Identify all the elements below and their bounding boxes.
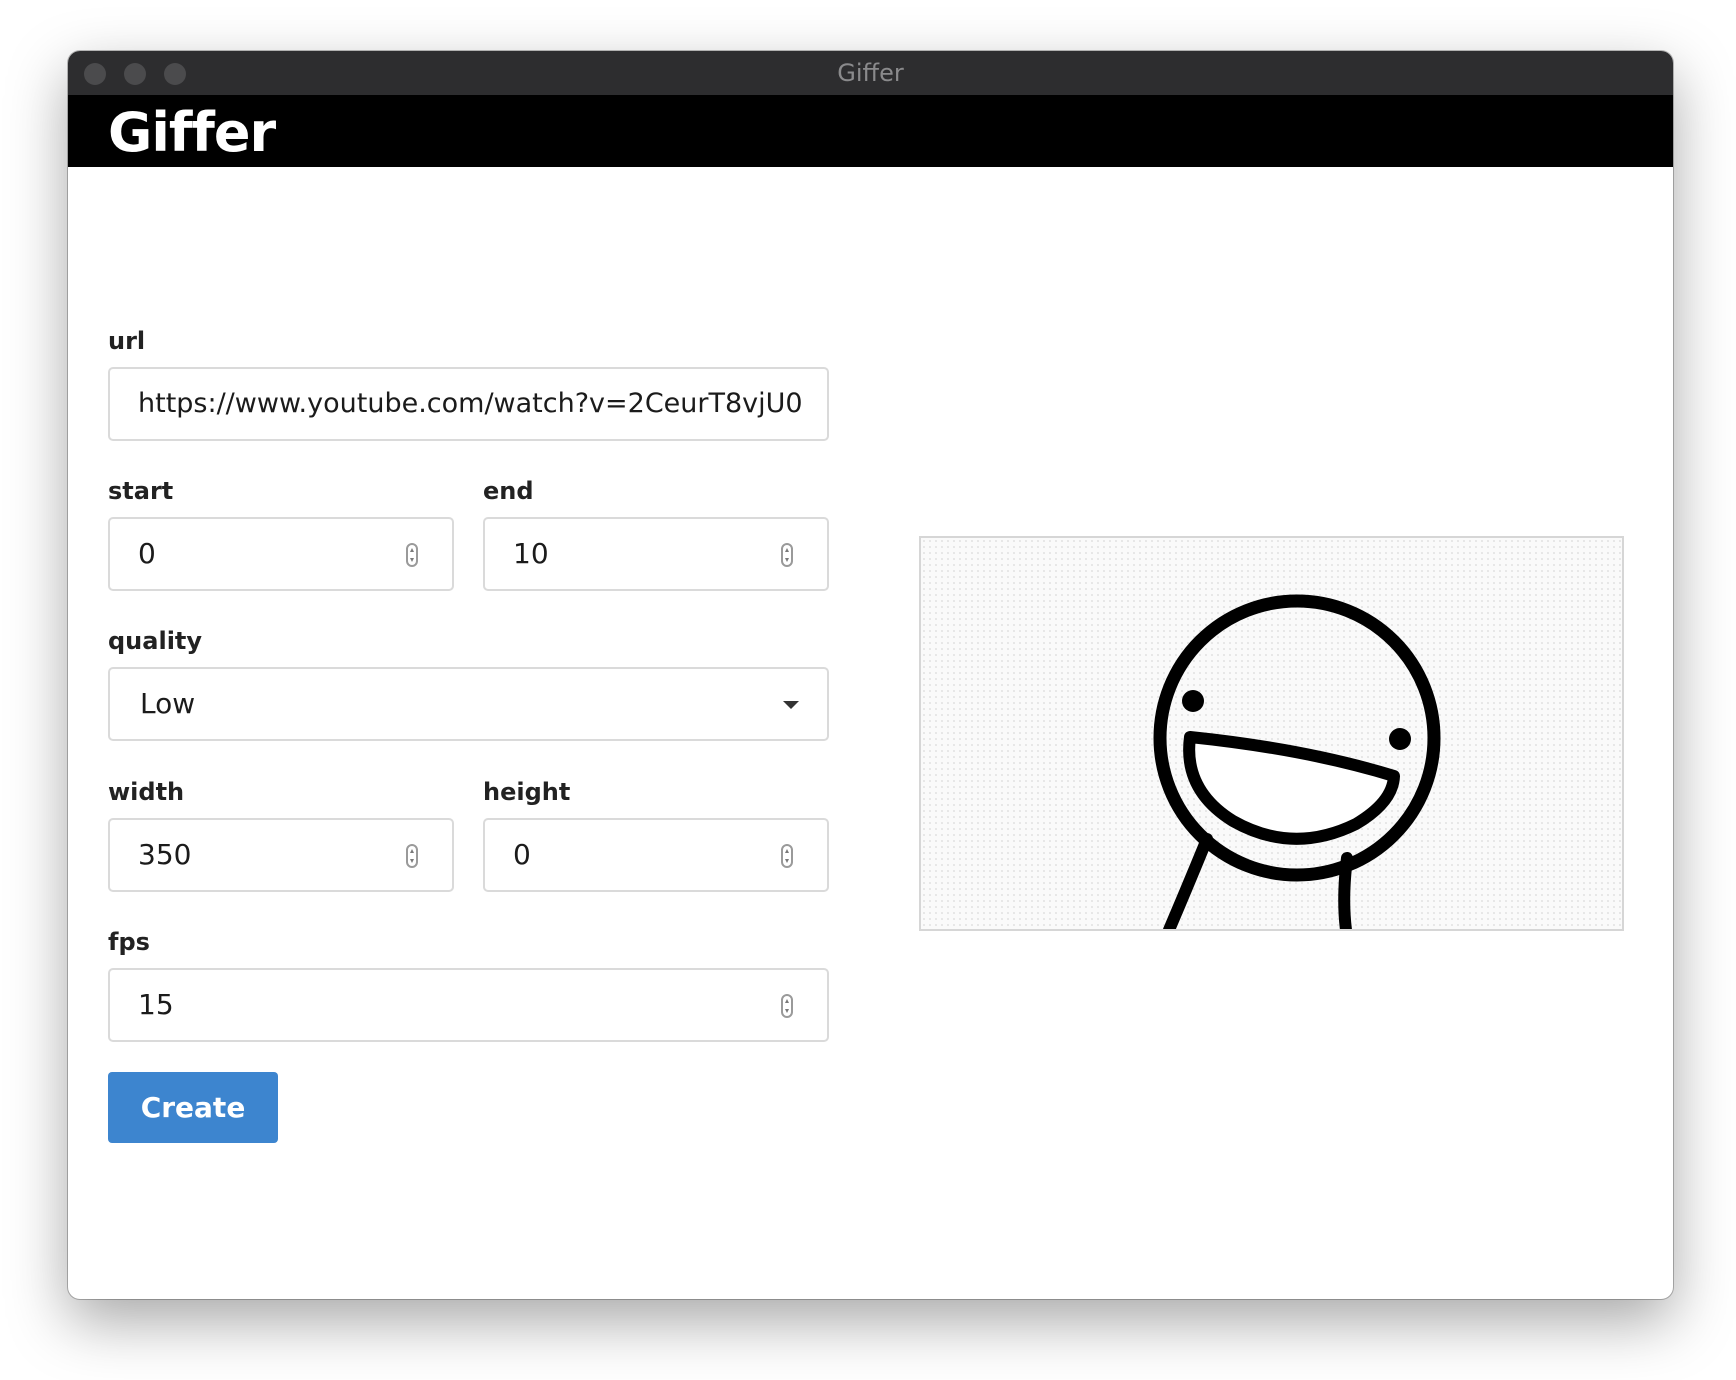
fps-input-value: 15: [138, 988, 174, 1021]
end-stepper-icon[interactable]: [781, 543, 793, 567]
cartoon-face-image: [1153, 594, 1441, 929]
chevron-down-icon: [783, 701, 799, 709]
url-label: url: [108, 327, 146, 355]
height-stepper-icon[interactable]: [781, 844, 793, 868]
height-label: height: [483, 778, 571, 806]
fps-stepper-icon[interactable]: [781, 994, 793, 1018]
width-input-value: 350: [138, 838, 192, 871]
start-stepper-icon[interactable]: [406, 543, 418, 567]
height-input[interactable]: 0: [483, 818, 829, 892]
end-label: end: [483, 477, 534, 505]
gif-preview: [919, 536, 1624, 931]
start-label: start: [108, 477, 174, 505]
quality-select-value: Low: [140, 687, 196, 720]
width-stepper-icon[interactable]: [406, 844, 418, 868]
app-title: Giffer: [108, 101, 276, 164]
url-input-value: https://www.youtube.com/watch?v=2CeurT8v…: [138, 388, 803, 419]
width-input[interactable]: 350: [108, 818, 454, 892]
quality-select[interactable]: Low: [108, 667, 829, 741]
end-input[interactable]: 10: [483, 517, 829, 591]
start-input-value: 0: [138, 537, 156, 570]
fps-label: fps: [108, 928, 150, 956]
quality-label: quality: [108, 627, 203, 655]
url-input[interactable]: https://www.youtube.com/watch?v=2CeurT8v…: [108, 367, 829, 441]
window-title: Giffer: [837, 59, 904, 87]
width-label: width: [108, 778, 185, 806]
app-window: Giffer Giffer url https://www.youtube.co…: [68, 51, 1673, 1299]
end-input-value: 10: [513, 537, 549, 570]
height-input-value: 0: [513, 838, 531, 871]
fps-input[interactable]: 15: [108, 968, 829, 1042]
create-button[interactable]: Create: [108, 1072, 278, 1143]
window-titlebar[interactable]: Giffer: [68, 51, 1673, 95]
start-input[interactable]: 0: [108, 517, 454, 591]
app-header: Giffer: [68, 95, 1673, 167]
